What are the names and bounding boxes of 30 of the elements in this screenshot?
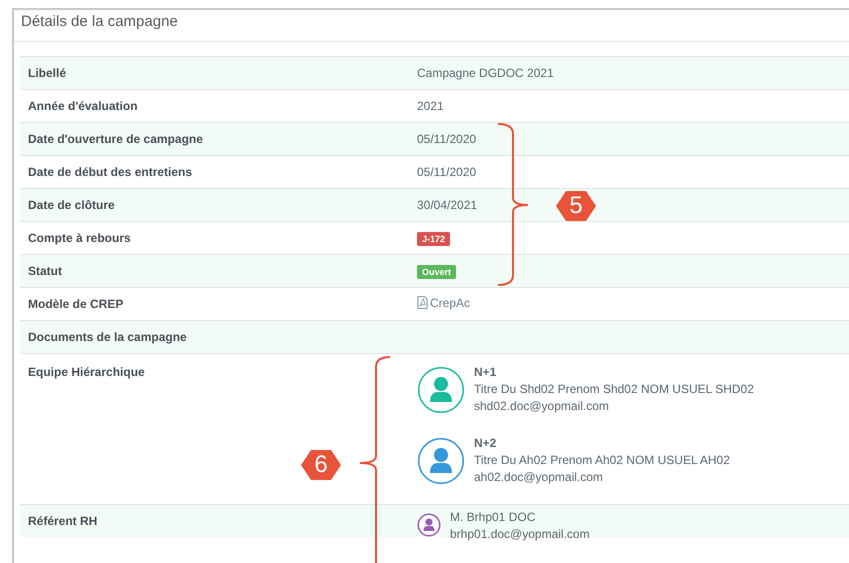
pdf-file-icon [417, 296, 428, 310]
person-role: N+2 [474, 435, 498, 452]
status-badge: J-172 [417, 232, 450, 246]
row-value: 30/04/2021 [417, 198, 478, 212]
callout-number: 6 [301, 450, 341, 480]
row-label: Date d'ouverture de campagne [27, 132, 204, 146]
person-name: Titre Du Shd02 Prenom Shd02 NOM USUEL SHD02 [474, 381, 754, 398]
row-label: Modèle de CREP [27, 297, 124, 311]
row-label: Statut [27, 264, 63, 278]
person-role: N+1 [474, 364, 498, 381]
row-value: 05/11/2020 [417, 165, 476, 179]
row-label: Documents de la campagne [27, 330, 188, 344]
row-value: 2021 [417, 99, 444, 113]
row-label: Référent RH [27, 514, 98, 528]
person-email: ah02.doc@yopmail.com [474, 469, 604, 486]
row-label: Date de clôture [27, 198, 116, 212]
row-label: Compte à rebours [27, 231, 132, 245]
row-label: Libellé [27, 66, 68, 80]
row-label: Date de début des entretiens [27, 165, 194, 179]
person-email: brhp01.doc@yopmail.com [450, 526, 590, 543]
person-name: M. Brhp01 DOC [450, 509, 536, 526]
row-label: Equipe Hiérarchique [27, 364, 146, 379]
row-value: Campagne DGDOC 2021 [417, 66, 554, 80]
row-value: 05/11/2020 [417, 132, 476, 146]
row-label: Année d'évaluation [27, 99, 139, 113]
person-name: Titre Du Ah02 Prenom Ah02 NOM USUEL AH02 [474, 452, 730, 469]
person-email: shd02.doc@yopmail.com [474, 398, 610, 415]
panel-title: Détails de la campagne [21, 13, 178, 30]
file-link[interactable]: CrepAc [417, 296, 470, 310]
status-badge: Ouvert [417, 264, 456, 278]
